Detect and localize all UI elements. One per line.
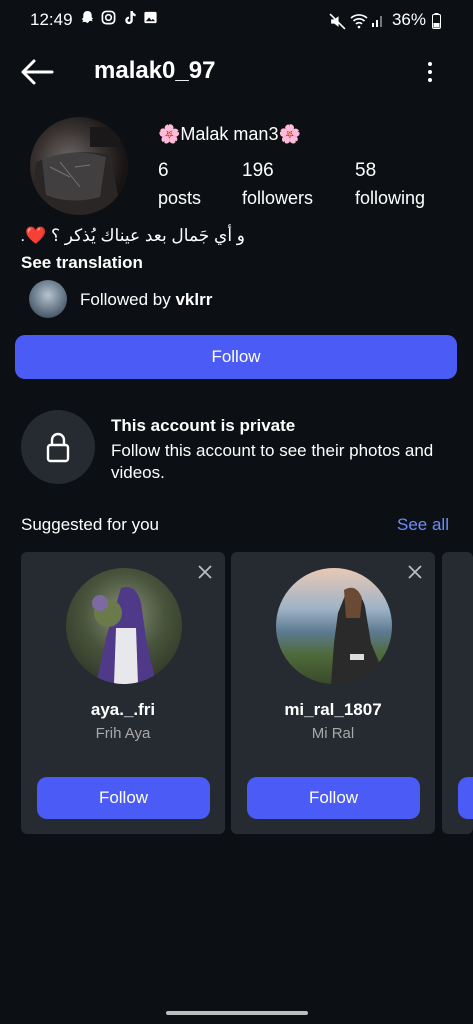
posts-stat[interactable]: 6 posts <box>158 160 201 209</box>
mute-icon <box>329 12 346 30</box>
suggestion-follow-button[interactable]: Follow <box>37 777 210 819</box>
suggestion-fullname: Frih Aya <box>95 725 151 742</box>
battery-percent: 36% <box>391 10 426 29</box>
private-account-title: This account is private <box>111 416 296 435</box>
followed-by-user: vklrr <box>175 290 213 309</box>
suggestion-fullname: Mi Ral <box>311 725 355 742</box>
following-count: 58 <box>355 160 377 181</box>
signal-icon <box>371 13 386 28</box>
see-translation-link[interactable]: See translation <box>21 253 143 273</box>
more-icon-dot <box>428 78 432 82</box>
mutual-follower-avatar[interactable] <box>29 280 67 318</box>
posts-count: 6 <box>158 160 169 181</box>
home-indicator[interactable] <box>166 1011 308 1015</box>
private-account-description: Follow this account to see their photos … <box>111 441 434 482</box>
back-button[interactable] <box>20 58 56 86</box>
followers-label: followers <box>242 188 314 208</box>
wifi-icon <box>350 13 368 28</box>
avatar-image <box>92 587 156 684</box>
more-icon <box>428 62 432 66</box>
suggestion-card-partial[interactable] <box>442 552 473 834</box>
suggestion-card[interactable]: aya._.fri Frih Aya Follow <box>21 552 225 834</box>
bio-text: و أي جَمال بعد عيناك يُذكر ؟ ❤️. <box>20 226 245 245</box>
suggestion-avatar[interactable] <box>276 568 392 684</box>
battery-icon <box>432 12 447 29</box>
followed-by-prefix: Followed by <box>80 290 171 309</box>
lock-icon <box>46 432 70 463</box>
notification-icons <box>80 10 158 25</box>
suggested-title: Suggested for you <box>21 515 159 534</box>
private-lock-badge <box>21 410 95 484</box>
page-title: malak0_97 <box>94 57 216 84</box>
close-icon <box>408 565 422 579</box>
instagram-icon <box>101 10 116 25</box>
tiktok-icon <box>122 10 137 25</box>
avatar-image <box>331 587 388 684</box>
display-name: 🌸Malak man3🌸 <box>158 124 301 144</box>
system-icons: 36% <box>329 10 447 30</box>
followers-count: 196 <box>242 160 274 181</box>
followers-stat[interactable]: 196 followers <box>242 160 313 209</box>
dismiss-suggestion-button[interactable] <box>197 564 213 580</box>
suggestion-follow-button-partial[interactable] <box>458 777 473 819</box>
avatar-image <box>30 127 122 215</box>
status-time: 12:49 <box>30 10 73 29</box>
status-bar: 12:49 36% <box>0 0 473 38</box>
back-arrow-icon <box>21 59 54 85</box>
suggestion-follow-button[interactable]: Follow <box>247 777 420 819</box>
following-label: following <box>355 188 426 208</box>
close-icon <box>198 565 212 579</box>
posts-label: posts <box>158 188 202 208</box>
follow-button[interactable]: Follow <box>15 335 457 379</box>
suggestion-avatar[interactable] <box>66 568 182 684</box>
gallery-icon <box>143 10 158 25</box>
more-options-button[interactable] <box>420 60 440 84</box>
snapchat-icon <box>80 10 95 25</box>
more-icon-dot <box>428 70 432 74</box>
following-stat[interactable]: 58 following <box>355 160 425 209</box>
see-all-link[interactable]: See all <box>397 515 449 535</box>
suggestion-card[interactable]: mi_ral_1807 Mi Ral Follow <box>231 552 435 834</box>
dismiss-suggestion-button[interactable] <box>407 564 423 580</box>
profile-avatar[interactable] <box>30 117 128 215</box>
suggestion-username[interactable]: aya._.fri <box>21 700 225 720</box>
followed-by-text[interactable]: Followed by vklrr <box>80 290 212 310</box>
suggestion-username[interactable]: mi_ral_1807 <box>231 700 435 720</box>
